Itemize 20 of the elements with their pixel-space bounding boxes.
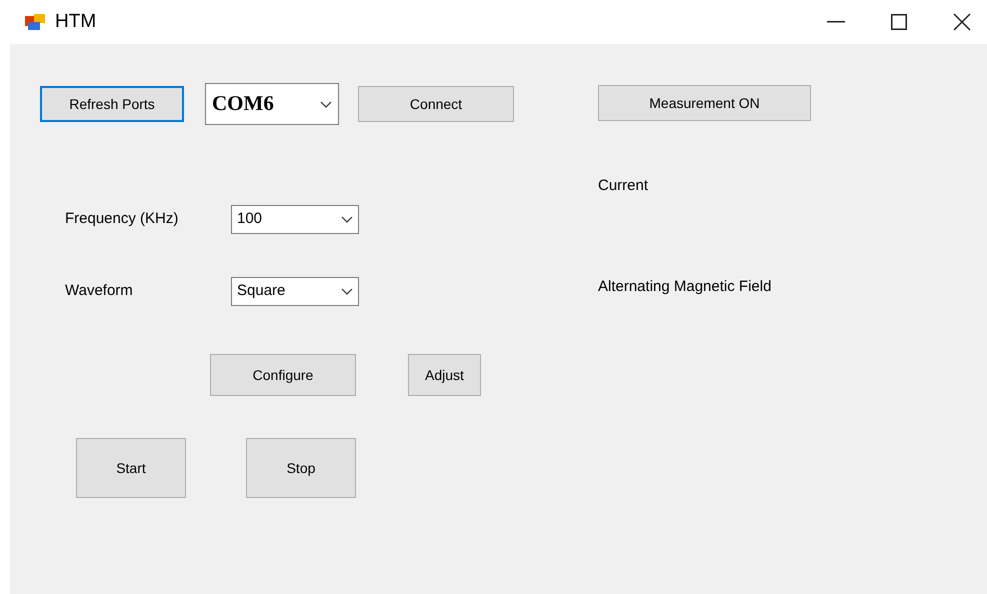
- port-select[interactable]: COM6: [205, 83, 339, 125]
- start-button[interactable]: Start: [76, 438, 186, 498]
- close-icon[interactable]: [953, 13, 971, 31]
- chevron-down-icon: [320, 100, 332, 108]
- minimize-icon[interactable]: [827, 21, 845, 23]
- stop-button[interactable]: Stop: [246, 438, 356, 498]
- adjust-button[interactable]: Adjust: [408, 354, 481, 396]
- setting-label: Frequency (KHz): [65, 209, 180, 230]
- chevron-down-icon: [341, 288, 353, 295]
- setting-select[interactable]: 100: [231, 205, 359, 234]
- measurement-button[interactable]: Measurement ON: [598, 85, 811, 121]
- app-icon: [25, 14, 45, 30]
- chevron-down-icon: [341, 216, 353, 223]
- readout-label: Alternating Magnetic Field: [598, 276, 772, 296]
- window-title: HTM: [55, 10, 96, 34]
- configure-button[interactable]: Configure: [210, 354, 356, 396]
- maximize-icon[interactable]: [891, 14, 907, 30]
- setting-select[interactable]: Square: [231, 277, 359, 306]
- setting-label: Waveform: [65, 281, 134, 302]
- readout-label: Current: [598, 176, 648, 196]
